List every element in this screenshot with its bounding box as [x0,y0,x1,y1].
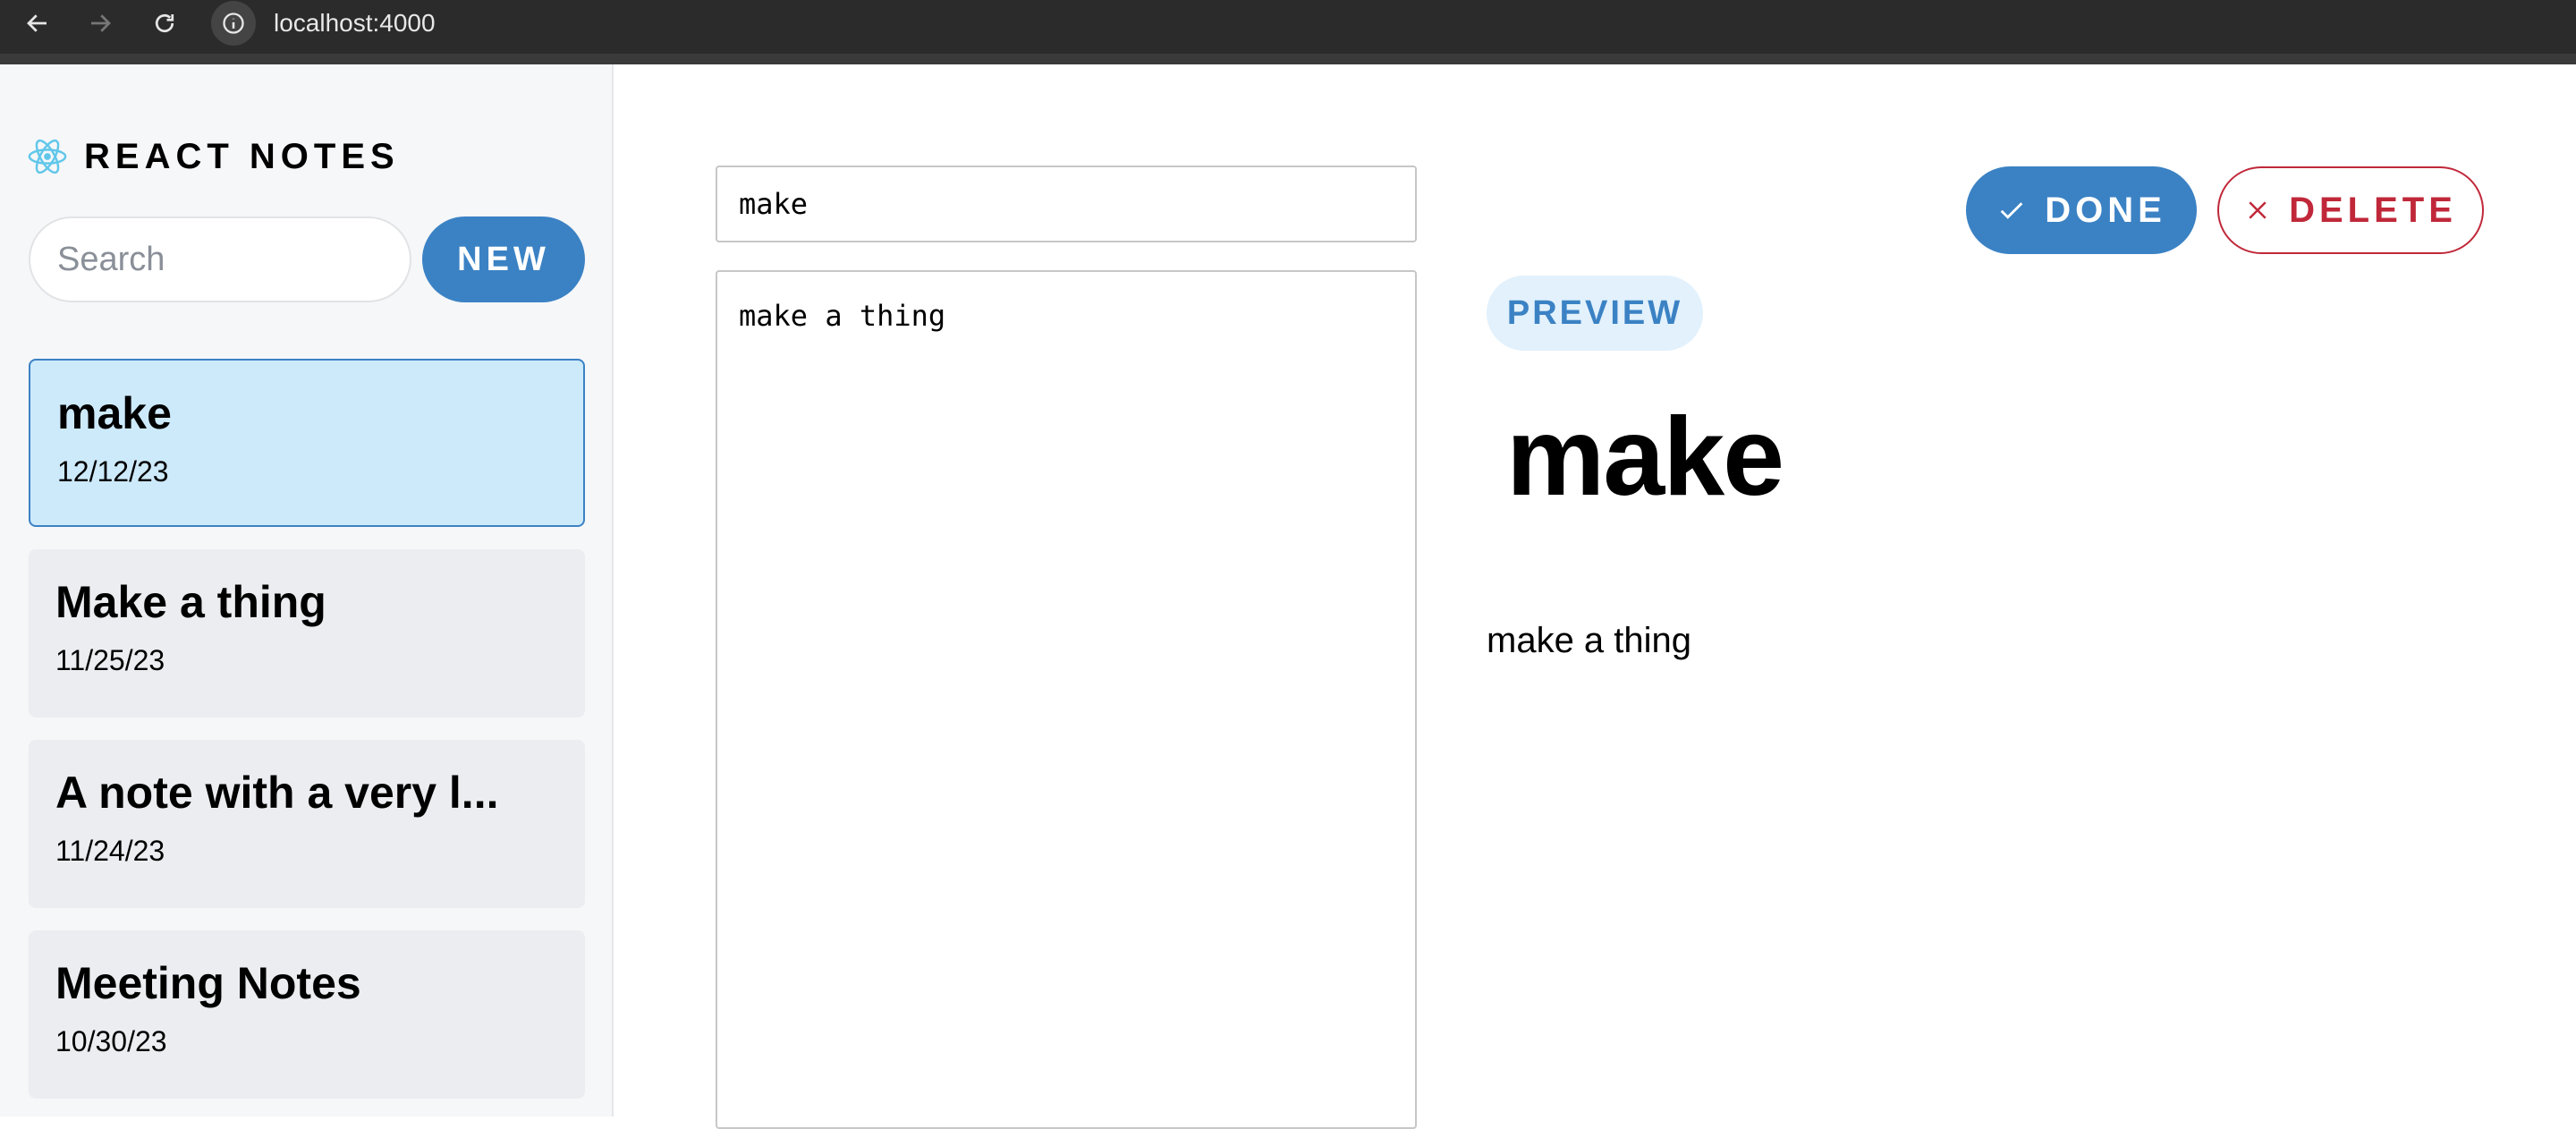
note-date: 11/24/23 [55,835,165,867]
note-date: 10/30/23 [55,1025,167,1057]
site-info-icon[interactable] [211,1,256,46]
close-icon [2249,201,2267,219]
note-title: Make a thing [55,577,326,627]
delete-button[interactable]: DELETE [2217,166,2484,254]
note-item-meeting-notes[interactable]: Meeting Notes 10/30/23 [29,930,585,1099]
preview-body-text: make a thing [1487,621,1692,660]
note-title: Meeting Notes [55,958,361,1008]
note-item-make[interactable]: make 12/12/23 [29,359,585,527]
address-bar[interactable]: localhost:4000 [211,0,470,47]
forward-arrow-icon[interactable] [82,5,118,41]
new-note-button[interactable]: NEW [422,216,585,302]
note-date: 12/12/23 [57,455,169,488]
note-title-input[interactable] [716,166,1417,242]
preview-badge: PREVIEW [1487,276,1703,351]
react-logo-icon [28,139,67,174]
note-date: 11/25/23 [55,644,165,676]
app-title: REACT NOTES [84,136,400,176]
browser-toolbar: localhost:4000 [0,0,2576,61]
note-title: make [57,388,172,438]
note-item-make-a-thing[interactable]: Make a thing 11/25/23 [29,549,585,717]
search-input[interactable] [29,216,411,302]
sidebar: REACT NOTES NEW make 12/12/23 Make a thi… [0,64,614,1116]
delete-label: DELETE [2289,190,2457,230]
back-arrow-icon[interactable] [20,5,55,41]
toolbar-divider [0,54,2576,64]
note-item-long-note[interactable]: A note with a very l... 11/24/23 [29,740,585,908]
note-body-textarea[interactable]: make a thing [716,270,1417,1129]
done-label: DONE [2045,190,2166,230]
url-text[interactable]: localhost:4000 [274,9,436,38]
brand: REACT NOTES [27,136,400,177]
preview-heading: make [1506,395,1784,519]
done-button[interactable]: DONE [1966,166,2197,254]
checkmark-icon [2000,202,2023,219]
note-title: A note with a very l... [55,768,499,818]
reload-icon[interactable] [147,5,182,41]
